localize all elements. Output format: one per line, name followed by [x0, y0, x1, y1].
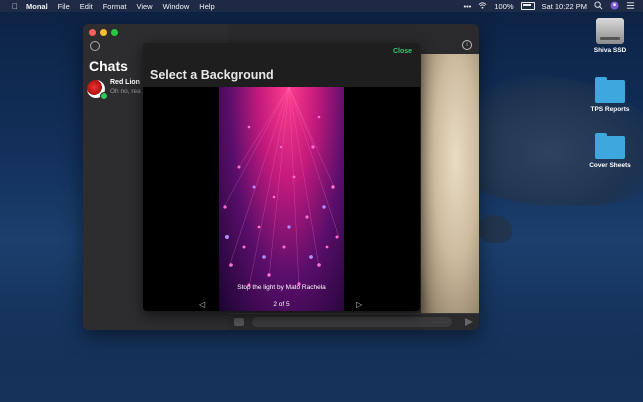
background-preview-image[interactable] — [219, 87, 344, 311]
folder-icon — [595, 77, 625, 103]
chat-message-preview: Oh no, rea — [110, 88, 141, 95]
dots-menu-icon[interactable]: ••• — [463, 2, 471, 11]
next-arrow-icon[interactable]: ▷ — [356, 300, 362, 309]
folder-icon — [595, 133, 625, 159]
menu-file[interactable]: File — [58, 2, 70, 11]
minimize-window-button[interactable] — [100, 29, 107, 36]
send-icon[interactable] — [465, 318, 473, 326]
desktop-icon-drive[interactable]: Shiva SSD — [580, 18, 640, 54]
wifi-icon[interactable] — [478, 1, 487, 12]
background-caption: Stop the light by Mato Rachela — [237, 284, 326, 291]
battery-icon[interactable] — [520, 2, 535, 10]
online-status-dot — [100, 92, 108, 100]
desktop-icon-label: Cover Sheets — [589, 162, 631, 169]
background-preview-stage: Stop the light by Mato Rachela 2 of 5 ◁ … — [143, 87, 420, 311]
attachment-icon[interactable] — [234, 318, 244, 326]
fiber-optic-lights-illustration — [223, 87, 340, 288]
clock[interactable]: Sat 10:22 PM — [542, 2, 587, 11]
select-background-modal: Close Select a Background Stop the light… — [143, 43, 420, 311]
modal-title: Select a Background — [150, 68, 274, 82]
profile-icon[interactable] — [90, 41, 100, 51]
close-button[interactable]: Close — [393, 48, 412, 55]
control-center-icon[interactable] — [626, 1, 635, 12]
apple-menu-icon[interactable]:  — [10, 2, 20, 11]
battery-percent: 100% — [494, 1, 514, 11]
spotlight-search-icon[interactable] — [594, 0, 603, 12]
window-controls — [89, 29, 118, 36]
page-counter: 2 of 5 — [273, 301, 290, 308]
menu-edit[interactable]: Edit — [80, 2, 93, 11]
zoom-window-button[interactable] — [111, 29, 118, 36]
menu-help[interactable]: Help — [199, 2, 214, 11]
chats-title: Chats — [89, 58, 128, 74]
desktop-icon-folder-cover[interactable]: Cover Sheets — [580, 133, 640, 169]
chat-contact-name: Red Lion — [110, 79, 140, 86]
chat-background-photo — [421, 54, 479, 316]
hard-drive-icon — [596, 18, 624, 44]
desktop-icon-folder-tps[interactable]: TPS Reports — [580, 77, 640, 113]
message-input[interactable] — [252, 317, 452, 327]
menu-app-name[interactable]: Monal — [26, 2, 48, 11]
close-window-button[interactable] — [89, 29, 96, 36]
menu-format[interactable]: Format — [103, 2, 127, 11]
info-icon[interactable]: i — [462, 40, 472, 50]
desktop-rock — [478, 215, 512, 243]
desktop-icon-label: Shiva SSD — [593, 47, 627, 54]
menu-bar:  Monal File Edit Format View Window Hel… — [0, 0, 643, 12]
previous-arrow-icon[interactable]: ◁ — [199, 300, 205, 309]
menu-window[interactable]: Window — [163, 2, 190, 11]
desktop-icon-label: TPS Reports — [590, 106, 630, 113]
menu-view[interactable]: View — [136, 2, 152, 11]
message-composer — [228, 313, 479, 330]
user-account-icon[interactable] — [610, 0, 619, 12]
